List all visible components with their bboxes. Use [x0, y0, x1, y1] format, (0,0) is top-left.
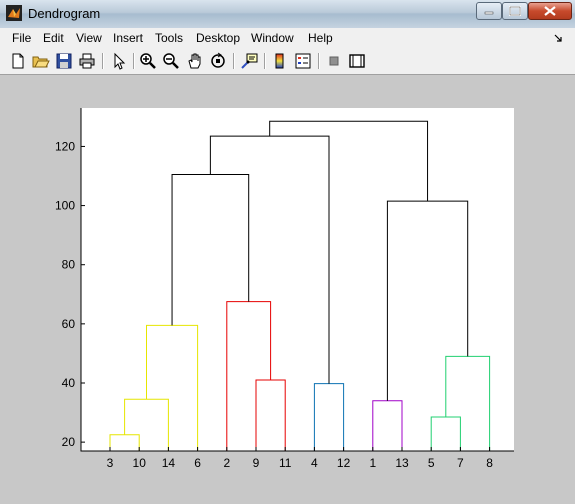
- open-file-icon[interactable]: [32, 52, 50, 70]
- y-tick-label: 120: [55, 139, 75, 153]
- y-tick-label: 100: [55, 199, 75, 213]
- data-cursor-icon[interactable]: [240, 52, 258, 70]
- insert-colorbar-icon[interactable]: [271, 52, 289, 70]
- x-tick-label: 14: [162, 456, 176, 470]
- show-plot-tools-icon[interactable]: [348, 52, 366, 70]
- menu-bar: File Edit View Insert Tools Desktop Wind…: [0, 28, 575, 48]
- menu-tools[interactable]: Tools: [155, 31, 183, 45]
- insert-legend-icon[interactable]: [294, 52, 312, 70]
- x-tick-label: 2: [223, 456, 230, 470]
- x-tick-label: 1: [369, 456, 376, 470]
- menu-desktop[interactable]: Desktop: [196, 31, 240, 45]
- menu-help[interactable]: Help: [308, 31, 333, 45]
- toolbar-separator: [318, 53, 320, 69]
- menu-view[interactable]: View: [76, 31, 102, 45]
- print-icon[interactable]: [78, 52, 96, 70]
- pan-hand-icon[interactable]: [186, 52, 204, 70]
- minimize-button[interactable]: [476, 2, 502, 20]
- edit-plot-icon[interactable]: [110, 52, 128, 70]
- menu-insert[interactable]: Insert: [113, 31, 143, 45]
- title-bar[interactable]: Dendrogram: [0, 0, 575, 29]
- x-tick-label: 9: [253, 456, 260, 470]
- new-figure-icon[interactable]: [9, 52, 27, 70]
- x-tick-label: 11: [279, 456, 292, 470]
- window-title: Dendrogram: [28, 6, 101, 21]
- menu-file[interactable]: File: [12, 31, 31, 45]
- x-tick-label: 8: [486, 456, 493, 470]
- maximize-button[interactable]: [502, 2, 528, 20]
- rotate-3d-icon[interactable]: [209, 52, 227, 70]
- toolbar-separator: [133, 53, 135, 69]
- close-button[interactable]: [528, 2, 572, 20]
- toolbar-separator: [264, 53, 266, 69]
- x-tick-label: 10: [133, 456, 147, 470]
- x-tick-label: 3: [107, 456, 114, 470]
- dendrogram-axes[interactable]: 3 10 14 6 2 9 11 4 12 1 13 5 7 8 20 40 60 80 100 120: [0, 75, 575, 504]
- zoom-out-icon[interactable]: [162, 52, 180, 70]
- y-tick-label: 40: [62, 376, 76, 390]
- x-tick-label: 7: [457, 456, 464, 470]
- x-tick-label: 12: [337, 456, 351, 470]
- toolbar-separator: [102, 53, 104, 69]
- menu-edit[interactable]: Edit: [43, 31, 64, 45]
- menu-window[interactable]: Window: [251, 31, 294, 45]
- y-tick-label: 60: [62, 317, 76, 331]
- matlab-icon: [6, 5, 22, 21]
- minimize-icon: [484, 11, 494, 15]
- x-tick-label: 13: [395, 456, 409, 470]
- figure-canvas: 3 10 14 6 2 9 11 4 12 1 13 5 7 8 20 40 60 80 100 120: [0, 75, 575, 504]
- x-tick-label: 5: [428, 456, 435, 470]
- zoom-in-icon[interactable]: [139, 52, 157, 70]
- figure-window: Dendrogram File Edit View Insert Tools D…: [0, 0, 575, 504]
- figure-toolbar: [0, 48, 575, 75]
- toolbar-separator: [233, 53, 235, 69]
- y-tick-label: 20: [62, 435, 76, 449]
- hide-plot-tools-icon[interactable]: [325, 52, 343, 70]
- dock-arrow-icon[interactable]: [553, 33, 563, 43]
- x-tick-label: 6: [194, 456, 201, 470]
- x-tick-label: 4: [311, 456, 318, 470]
- y-tick-label: 80: [62, 258, 76, 272]
- close-icon: [544, 6, 556, 16]
- save-icon[interactable]: [55, 52, 73, 70]
- maximize-icon: [509, 6, 521, 16]
